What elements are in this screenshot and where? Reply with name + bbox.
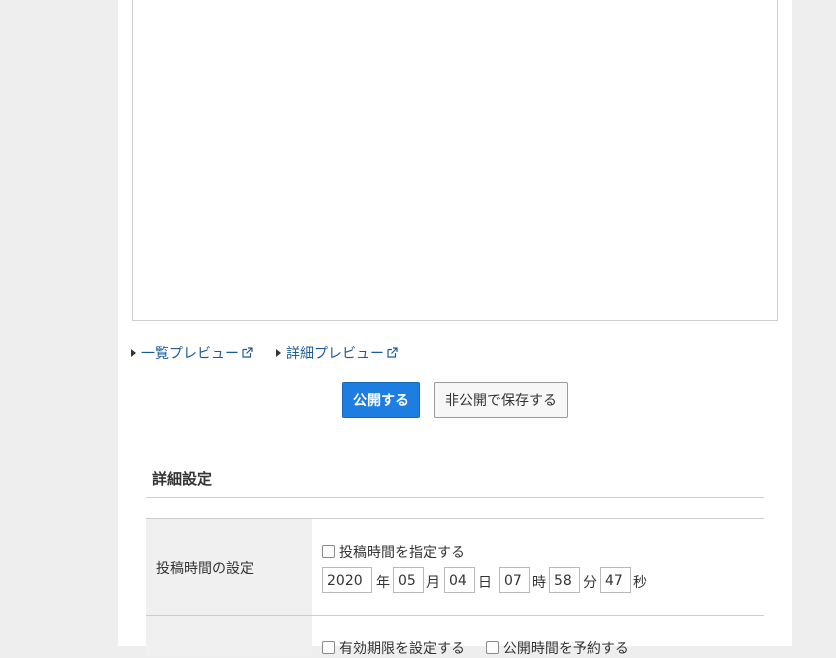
- reserve-publish-label[interactable]: 公開時間を予約する: [503, 641, 629, 657]
- expiry-options: 有効期限を設定する 公開時間を予約する: [322, 638, 629, 658]
- second-input[interactable]: 47: [600, 567, 631, 593]
- settings-table: 投稿時間の設定 投稿時間を指定する 2020 年 05 月 04 日 07 時 …: [146, 518, 764, 657]
- minute-unit: 分: [583, 575, 597, 591]
- month-unit: 月: [426, 575, 440, 591]
- expiry-label-cell: [146, 616, 312, 656]
- editor-area[interactable]: [132, 0, 778, 321]
- year-unit: 年: [376, 575, 390, 591]
- detail-preview-label: 詳細プレビュー: [286, 346, 384, 362]
- triangle-right-icon: [131, 349, 136, 357]
- expiry-content: 有効期限を設定する 公開時間を予約する: [312, 616, 764, 658]
- external-link-icon: [387, 347, 398, 358]
- minute-input[interactable]: 58: [549, 567, 580, 593]
- post-time-label-cell: 投稿時間の設定: [146, 519, 312, 615]
- expiry-row: 有効期限を設定する 公開時間を予約する: [146, 616, 764, 658]
- external-link-icon: [242, 347, 253, 358]
- second-unit: 秒: [633, 575, 647, 591]
- list-preview-link[interactable]: 一覧プレビュー: [131, 343, 253, 363]
- specify-time-checkbox[interactable]: [322, 545, 335, 558]
- reserve-publish-checkbox[interactable]: [485, 641, 499, 654]
- post-time-label: 投稿時間の設定: [156, 561, 254, 577]
- hour-unit: 時: [532, 575, 546, 591]
- set-expiry-checkbox[interactable]: [322, 641, 335, 654]
- hour-input[interactable]: 07: [499, 567, 530, 593]
- post-time-row: 投稿時間の設定 投稿時間を指定する 2020 年 05 月 04 日 07 時 …: [146, 519, 764, 616]
- list-preview-label: 一覧プレビュー: [141, 346, 239, 362]
- section-divider: [146, 497, 764, 498]
- specify-time-label[interactable]: 投稿時間を指定する: [339, 545, 465, 561]
- year-input[interactable]: 2020: [322, 567, 372, 593]
- day-input[interactable]: 04: [444, 567, 475, 593]
- month-input[interactable]: 05: [393, 567, 424, 593]
- details-section-title: 詳細設定: [152, 470, 213, 488]
- day-unit: 日: [478, 575, 492, 591]
- post-time-content: 投稿時間を指定する 2020 年 05 月 04 日 07 時 58 分 47 …: [312, 519, 764, 615]
- publish-button[interactable]: 公開する: [342, 382, 420, 418]
- specify-time-option[interactable]: 投稿時間を指定する: [322, 542, 465, 562]
- triangle-right-icon: [276, 349, 281, 357]
- detail-preview-link[interactable]: 詳細プレビュー: [276, 343, 398, 363]
- save-private-button[interactable]: 非公開で保存する: [434, 382, 568, 418]
- set-expiry-label[interactable]: 有効期限を設定する: [339, 641, 465, 657]
